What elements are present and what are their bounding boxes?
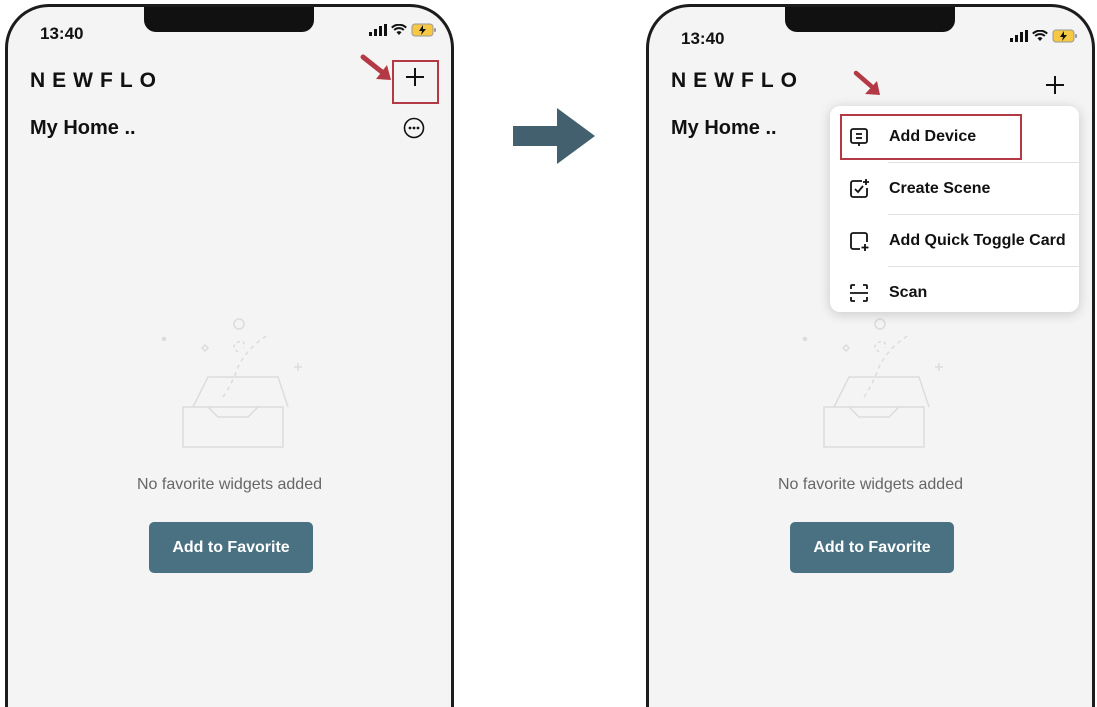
status-time: 13:40 bbox=[40, 24, 84, 43]
home-title: My Home .. bbox=[30, 117, 136, 139]
empty-box-illustration bbox=[161, 318, 302, 448]
highlight-box-add-button bbox=[392, 60, 439, 104]
empty-state-message: No favorite widgets added bbox=[137, 476, 322, 493]
menu-item-scan[interactable]: Scan bbox=[830, 267, 1079, 318]
add-menu-popup: Add Device Create Scene Add Quick Toggle… bbox=[830, 106, 1079, 312]
add-button[interactable] bbox=[1041, 71, 1069, 99]
menu-item-add-quick-toggle-card[interactable]: Add Quick Toggle Card bbox=[830, 215, 1079, 266]
wifi-icon bbox=[1032, 30, 1048, 41]
phone-screen-after: 13:40 NEWFLO My Home .. No favorite widg… bbox=[646, 4, 1095, 707]
status-icons bbox=[369, 23, 437, 37]
empty-state-message: No favorite widgets added bbox=[778, 476, 963, 493]
flow-arrow-icon bbox=[513, 108, 595, 164]
pointer-arrow-icon bbox=[853, 70, 880, 95]
highlight-box-add-device bbox=[840, 114, 1022, 160]
add-to-favorite-button[interactable]: Add to Favorite bbox=[790, 522, 954, 573]
add-to-favorite-button[interactable]: Add to Favorite bbox=[149, 522, 313, 573]
create-scene-icon bbox=[850, 178, 869, 198]
app-brand: NEWFLO bbox=[671, 69, 804, 92]
notch bbox=[144, 7, 314, 32]
app-brand: NEWFLO bbox=[30, 69, 163, 92]
menu-item-label: Add Quick Toggle Card bbox=[889, 231, 1066, 249]
more-options-icon[interactable] bbox=[403, 117, 425, 139]
signal-icon bbox=[369, 24, 387, 36]
empty-box-illustration bbox=[802, 318, 943, 448]
pointer-arrow-icon bbox=[360, 54, 391, 80]
plus-icon bbox=[1046, 76, 1064, 94]
status-time: 13:40 bbox=[681, 29, 725, 48]
status-icons bbox=[1010, 29, 1078, 43]
quick-toggle-card-icon bbox=[850, 231, 869, 251]
scan-icon bbox=[850, 283, 868, 302]
signal-icon bbox=[1010, 30, 1028, 42]
notch bbox=[785, 7, 955, 32]
menu-item-label: Create Scene bbox=[889, 179, 991, 197]
wifi-icon bbox=[391, 24, 407, 35]
phone-screen-before: 13:40 NEWFLO My Home .. No favorite widg… bbox=[5, 4, 454, 707]
menu-item-label: Scan bbox=[889, 283, 928, 301]
home-title: My Home .. bbox=[671, 117, 777, 139]
battery-charging-icon bbox=[411, 23, 436, 37]
menu-item-create-scene[interactable]: Create Scene bbox=[830, 163, 1079, 214]
battery-charging-icon bbox=[1052, 29, 1077, 43]
